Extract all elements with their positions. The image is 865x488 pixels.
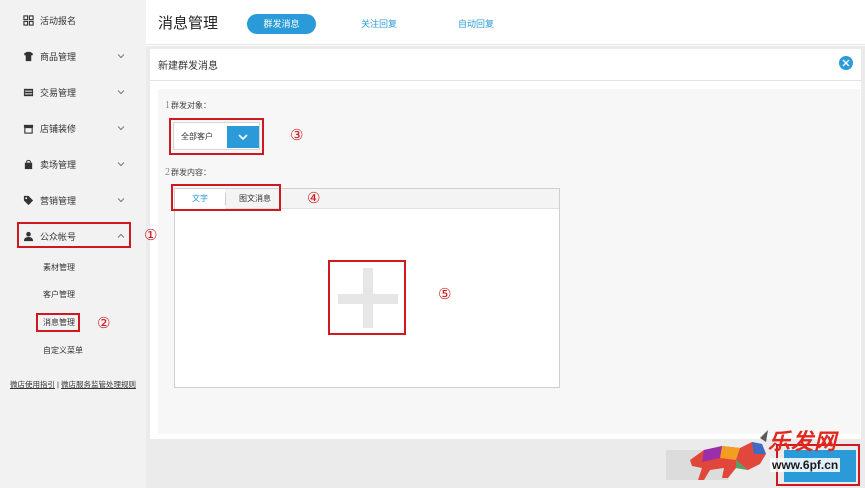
annotation-number-1: ① [144, 226, 158, 244]
annotation-box-target-select [169, 118, 264, 155]
step2-label: 2群发内容： [165, 167, 211, 178]
sidebar-item-label: 营销管理 [40, 195, 77, 206]
store-icon [22, 122, 34, 134]
list-icon [22, 86, 34, 98]
watermark-text: 乐发网 [768, 429, 838, 455]
annotation-number-5: ⑤ [438, 285, 452, 303]
annotation-box-messages [36, 313, 80, 332]
close-icon [842, 59, 850, 67]
card-title: 新建群发消息 [158, 61, 218, 72]
tab-auto-reply[interactable]: 自动回复 [452, 14, 500, 34]
chevron-down-icon [117, 162, 125, 167]
chevron-down-icon [117, 90, 125, 95]
grid-icon [22, 14, 34, 26]
annotation-box-editor-tabs [171, 184, 281, 211]
guide-link[interactable]: 微店使用指引 [10, 380, 55, 389]
watermark-url: www.6pf.cn [770, 458, 841, 472]
divider [150, 80, 861, 81]
tab-follow-reply[interactable]: 关注回复 [355, 14, 403, 34]
step-text: 群发内容： [171, 168, 211, 177]
step-number: 2 [165, 167, 170, 178]
annotation-box-public-account [17, 222, 131, 248]
tab-broadcast[interactable]: 群发消息 [247, 14, 316, 34]
rules-link[interactable]: 微店服务监管处理规则 [61, 380, 136, 389]
chevron-down-icon [117, 54, 125, 59]
tag-icon [22, 194, 34, 206]
sidebar-item-products[interactable]: 商品管理 [0, 44, 146, 68]
sidebar-item-label: 交易管理 [40, 87, 77, 98]
sidebar-item-activity-signup[interactable]: 活动报名 [0, 8, 146, 32]
sidebar-item-store-decoration[interactable]: 店铺装修 [0, 116, 146, 140]
sidebar-item-label: 卖场管理 [40, 159, 77, 170]
bag-icon [22, 158, 34, 170]
step-number: 1 [165, 100, 170, 111]
step-text: 群发对象： [171, 101, 211, 110]
page-title: 消息管理 [158, 15, 219, 32]
annotation-number-3: ③ [290, 126, 304, 144]
step1-label: 1群发对象： [165, 100, 211, 111]
sidebar-item-label: 商品管理 [40, 51, 77, 62]
sidebar-item-mall[interactable]: 卖场管理 [0, 152, 146, 176]
sidebar-item-label: 活动报名 [40, 15, 77, 26]
close-button[interactable] [839, 56, 853, 70]
sidebar-subitem-materials[interactable]: 素材管理 [43, 261, 75, 275]
sidebar-footer-links: 微店使用指引 | 微店服务监管处理规则 [10, 380, 136, 389]
annotation-number-4: ④ [307, 189, 321, 207]
chevron-down-icon [117, 126, 125, 131]
chevron-down-icon [117, 198, 125, 203]
annotation-number-2: ② [97, 314, 111, 332]
sidebar-item-orders[interactable]: 交易管理 [0, 80, 146, 104]
tshirt-icon [22, 50, 34, 62]
sidebar-item-marketing[interactable]: 营销管理 [0, 188, 146, 212]
sidebar-item-label: 店铺装修 [40, 123, 77, 134]
sidebar-subitem-customers[interactable]: 客户管理 [43, 288, 75, 302]
header: 消息管理 群发消息 关注回复 自动回复 [146, 0, 865, 45]
annotation-box-add-content [328, 260, 406, 335]
sidebar-subitem-custom-menu[interactable]: 自定义菜单 [43, 344, 83, 358]
